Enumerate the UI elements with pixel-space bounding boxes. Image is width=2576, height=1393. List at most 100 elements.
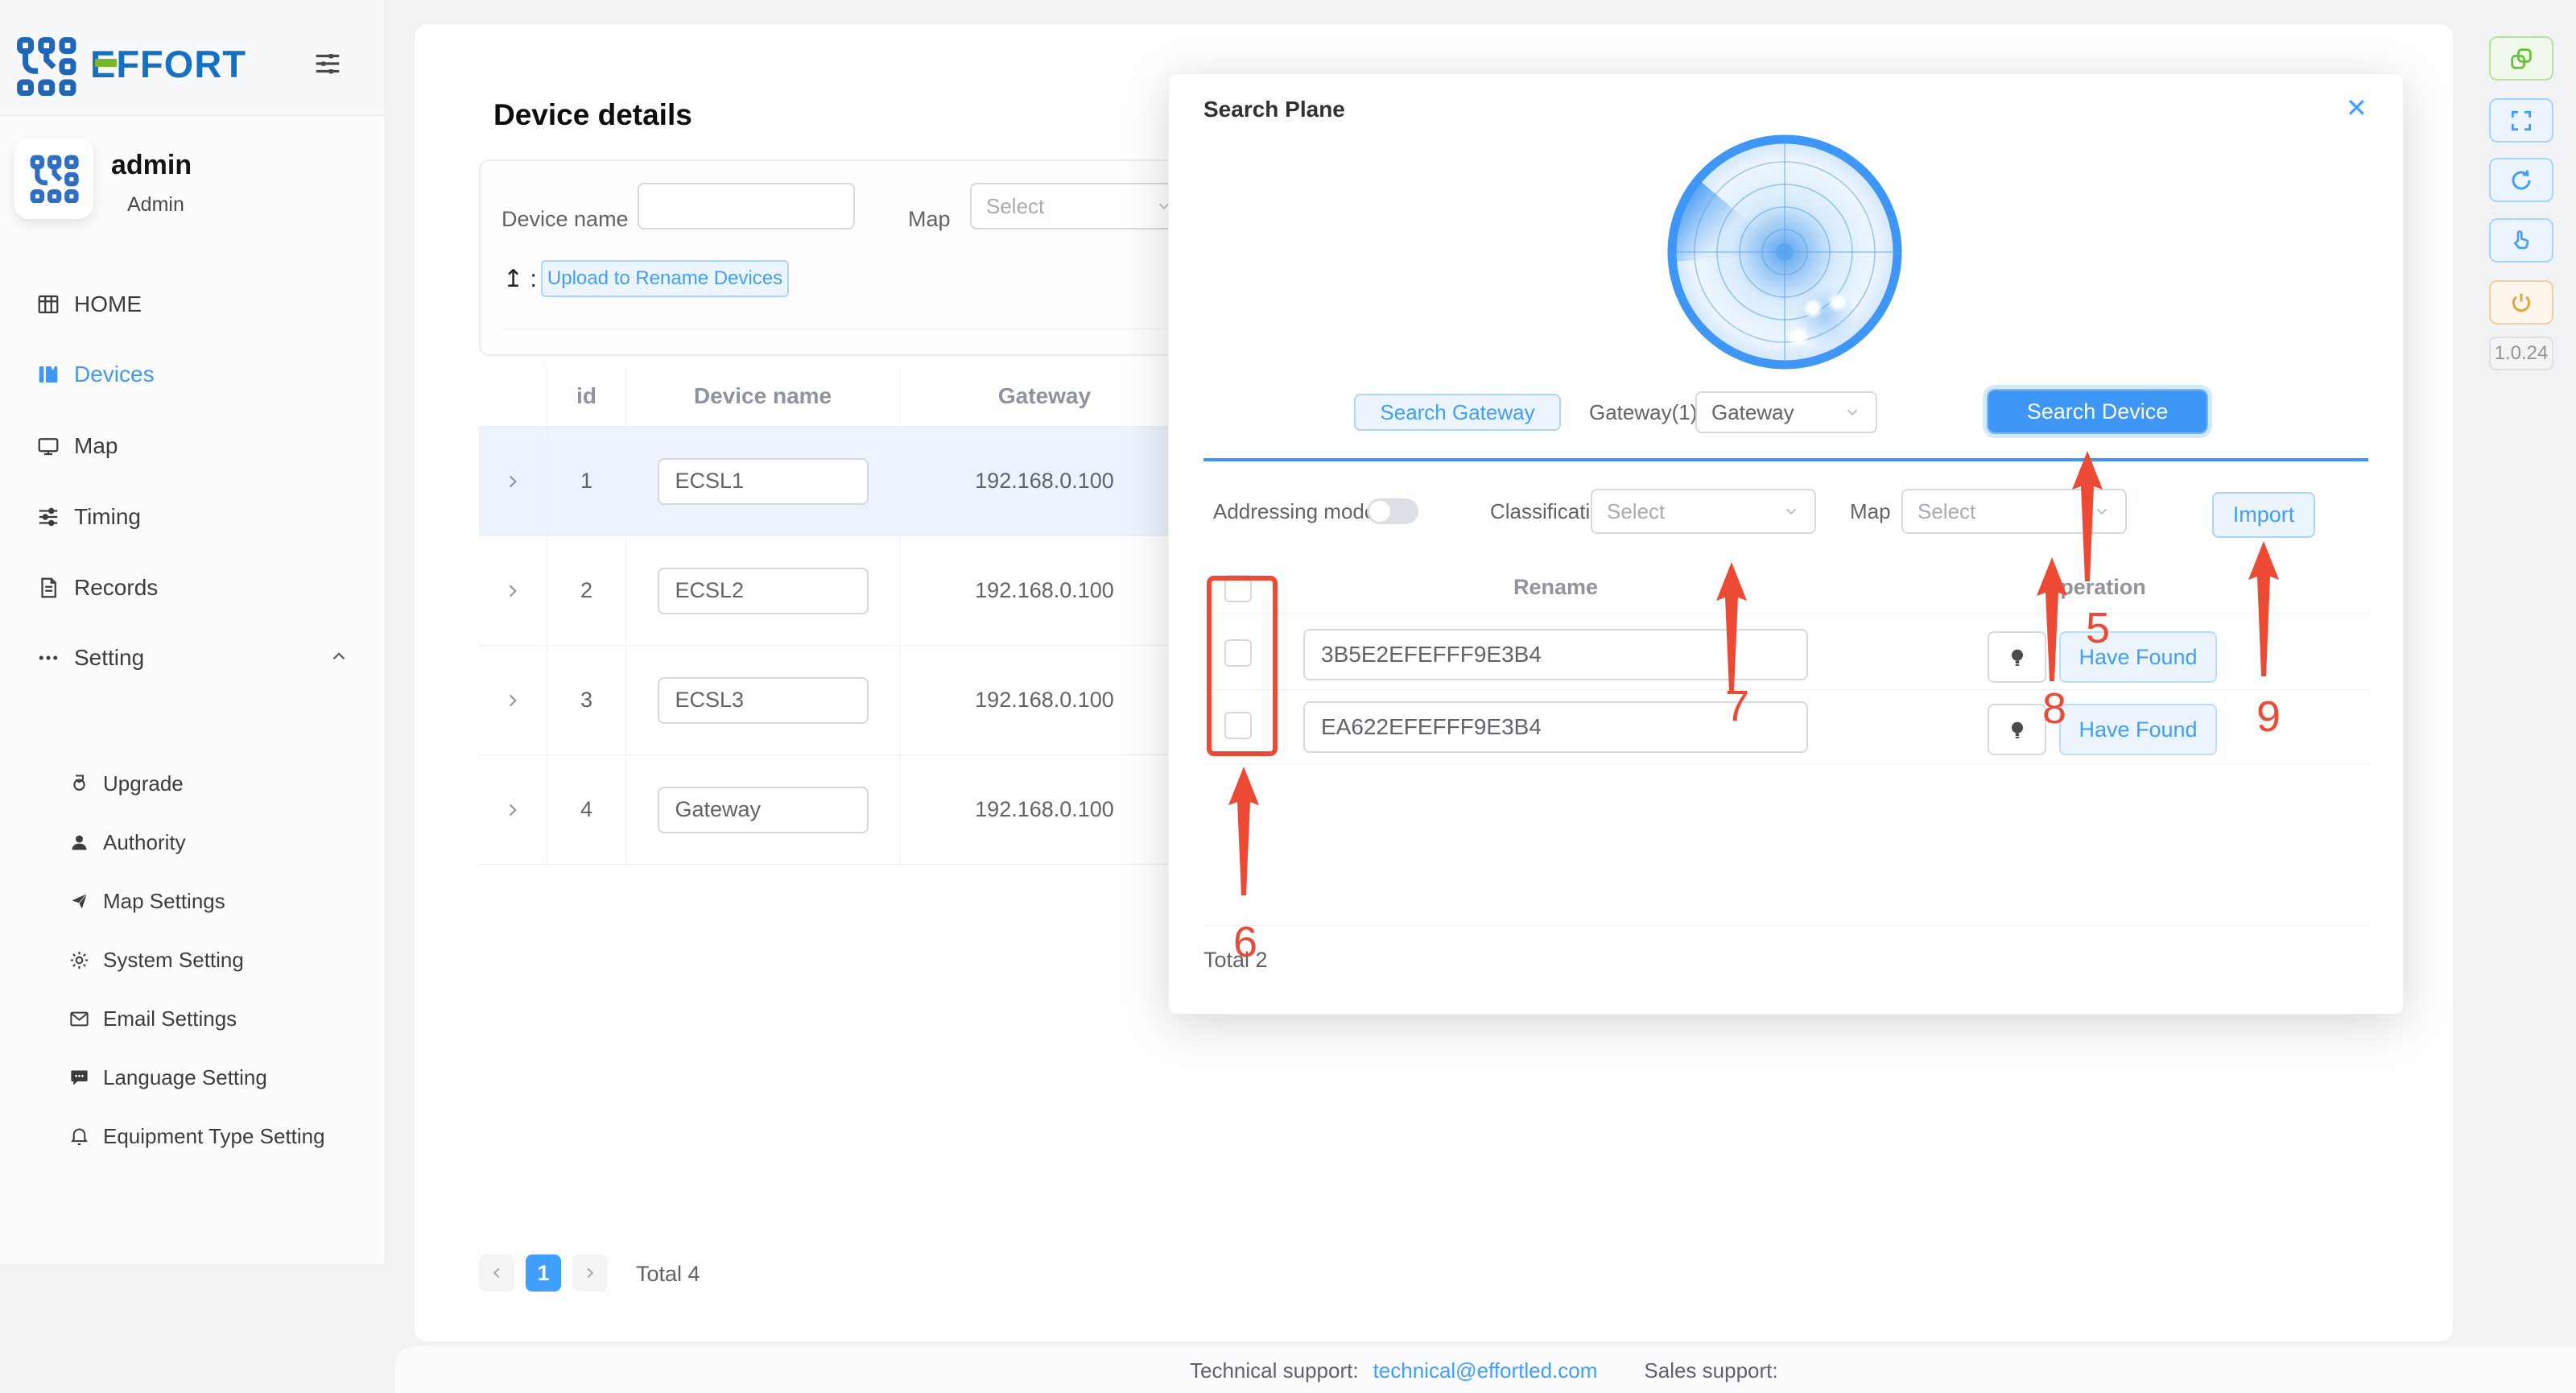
classification-select[interactable]: Select	[1591, 489, 1816, 534]
chevron-down-icon	[2093, 502, 2111, 520]
operation-header: Operation	[1974, 575, 2215, 600]
row-id: 1	[547, 427, 626, 535]
fullscreen-button[interactable]	[2489, 98, 2553, 143]
brand-logo-icon	[14, 36, 77, 96]
pointer-mode-button[interactable]	[2489, 218, 2553, 262]
addressing-mode-toggle[interactable]	[1367, 498, 1418, 524]
row-id: 2	[547, 536, 626, 645]
technical-support-label: Technical support:	[1190, 1358, 1359, 1383]
sidebar-item-home[interactable]: HOME	[0, 269, 385, 340]
have-found-button[interactable]: Have Found	[2059, 631, 2217, 683]
pagination-total: Total 4	[636, 1262, 700, 1287]
refresh-icon	[2508, 167, 2534, 193]
gateway-select[interactable]: Gateway	[1695, 391, 1877, 433]
row-expand-button[interactable]	[479, 536, 547, 645]
envelope-icon	[68, 1007, 90, 1030]
toggle-knob	[1369, 501, 1390, 522]
avatar[interactable]	[14, 138, 93, 219]
device-name-input[interactable]	[658, 677, 869, 724]
row-checkbox[interactable]	[1224, 712, 1252, 739]
grid-icon	[35, 291, 61, 317]
chevron-down-icon	[1782, 502, 1800, 520]
modal-map-placeholder: Select	[1918, 499, 1975, 524]
device-name-filter-input[interactable]	[638, 183, 855, 229]
sidebar-item-records[interactable]: Records	[0, 552, 385, 623]
link-icon	[2508, 45, 2535, 72]
chevron-right-icon	[502, 471, 523, 492]
upload-rename-devices-button[interactable]: Upload to Rename Devices	[541, 260, 789, 297]
table-divider	[1203, 613, 2368, 614]
row-gateway: 192.168.0.100	[900, 646, 1190, 754]
book-icon	[35, 362, 61, 387]
sidebar-subitem-map-settings[interactable]: Map Settings	[0, 872, 385, 930]
sidebar-subitem-label: Language Setting	[103, 1065, 267, 1090]
chevron-left-icon	[488, 1264, 506, 1282]
rename-input[interactable]	[1303, 701, 1808, 753]
map-filter-select[interactable]: Select	[970, 183, 1189, 229]
have-found-button[interactable]: Have Found	[2059, 704, 2217, 755]
blink-device-button[interactable]	[1988, 631, 2046, 683]
chevron-right-icon	[502, 690, 523, 711]
blink-device-button[interactable]	[1988, 704, 2046, 755]
paper-plane-icon	[68, 890, 90, 912]
sidebar-subitem-email-settings[interactable]: Email Settings	[0, 990, 385, 1048]
select-all-checkbox[interactable]	[1224, 575, 1252, 602]
sidebar-item-map[interactable]: Map	[0, 411, 385, 482]
device-name-input[interactable]	[658, 458, 869, 505]
row-expand-button[interactable]	[479, 646, 547, 754]
row-id: 3	[547, 646, 626, 754]
modal-map-select[interactable]: Select	[1901, 489, 2127, 534]
chevron-right-icon	[502, 800, 523, 821]
search-gateway-button[interactable]: Search Gateway	[1354, 394, 1561, 431]
page-title: Device details	[493, 98, 692, 132]
collapse-sliders-icon[interactable]	[312, 48, 343, 79]
device-name-input[interactable]	[658, 787, 869, 833]
sidebar-item-timing[interactable]: Timing	[0, 482, 385, 552]
sidebar-subitem-equipment-type-setting[interactable]: Equipment Type Setting	[0, 1107, 385, 1165]
sidebar-item-label: Setting	[74, 645, 144, 671]
sidebar-item-label: Records	[74, 575, 158, 601]
bulb-icon	[2006, 718, 2029, 741]
row-id: 4	[547, 755, 626, 864]
close-icon[interactable]: ✕	[2346, 95, 2368, 121]
user-name: admin	[111, 150, 192, 181]
row-checkbox[interactable]	[1224, 639, 1252, 667]
refresh-button[interactable]	[2489, 158, 2553, 202]
sidebar-item-label: HOME	[74, 291, 142, 317]
technical-support-email-link[interactable]: technical@effortled.com	[1373, 1358, 1598, 1383]
search-device-button[interactable]: Search Device	[1987, 389, 2208, 434]
bell-icon	[68, 1125, 90, 1147]
sidebar-item-label: Timing	[74, 504, 141, 530]
pagination-page-1[interactable]: 1	[526, 1255, 561, 1292]
sidebar-subitem-authority[interactable]: Authority	[0, 813, 385, 871]
sidebar-subitem-label: System Setting	[103, 948, 244, 973]
map-filter-label: Map	[908, 196, 951, 242]
row-divider	[1203, 763, 2368, 764]
device-name-input[interactable]	[658, 568, 869, 614]
map-filter-placeholder: Select	[986, 194, 1044, 219]
row-expand-button[interactable]	[479, 427, 547, 535]
sidebar-item-devices[interactable]: Devices	[0, 339, 385, 410]
link-share-button[interactable]	[2489, 36, 2553, 81]
pagination-prev-button[interactable]	[479, 1255, 514, 1292]
rename-input[interactable]	[1303, 629, 1808, 680]
addressing-mode-label: Addressing mode	[1213, 489, 1376, 534]
row-expand-button[interactable]	[479, 755, 547, 864]
sidebar-subitem-label: Upgrade	[103, 771, 184, 796]
sidebar-subitem-upgrade[interactable]: Upgrade	[0, 754, 385, 812]
sidebar-subitem-language-setting[interactable]: Language Setting	[0, 1048, 385, 1106]
bulb-icon	[2006, 646, 2029, 668]
col-header-id: id	[547, 366, 626, 426]
pagination-next-button[interactable]	[572, 1255, 608, 1292]
sidebar-subitem-system-setting[interactable]: System Setting	[0, 931, 385, 989]
person-icon	[68, 831, 90, 854]
import-button[interactable]: Import	[2212, 492, 2315, 538]
modal-total: Total 2	[1203, 948, 1268, 973]
sidebar-item-setting[interactable]: Setting	[0, 622, 385, 693]
classification-placeholder: Select	[1607, 499, 1665, 524]
sidebar-subitem-label: Map Settings	[103, 889, 225, 914]
document-icon	[35, 575, 61, 601]
power-button[interactable]	[2489, 280, 2553, 324]
gear-icon	[68, 949, 90, 971]
row-gateway: 192.168.0.100	[900, 755, 1190, 864]
